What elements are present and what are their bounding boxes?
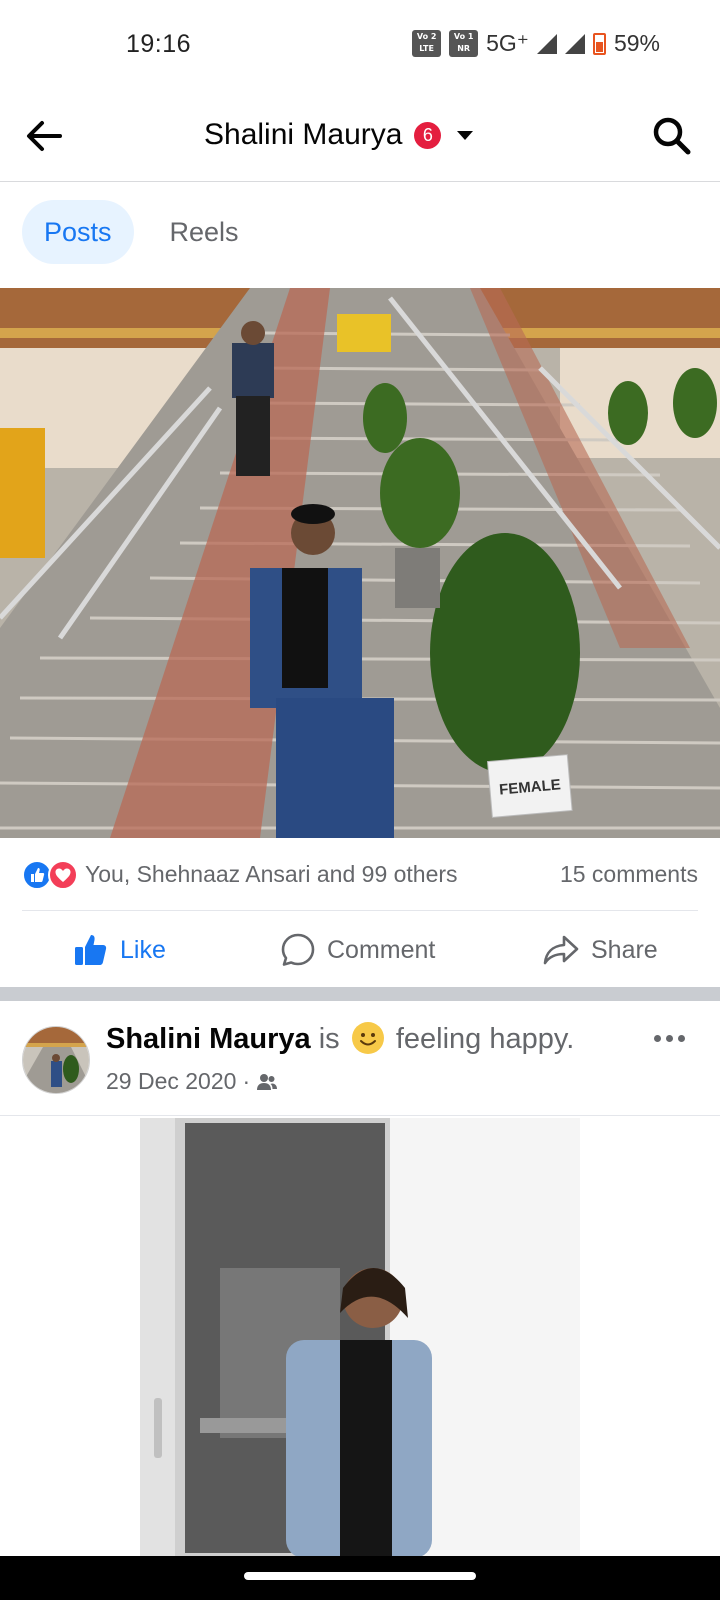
post-feeling: feeling happy. [395, 1023, 575, 1055]
search-icon [653, 117, 691, 155]
post-verb: is [318, 1023, 340, 1055]
network-type: 5G⁺ [486, 30, 529, 56]
profile-tabs: Posts Reels [22, 200, 261, 264]
divider [22, 910, 698, 911]
tab-posts[interactable]: Posts [22, 200, 134, 264]
post-date[interactable]: 29 Dec 2020 [106, 1068, 236, 1095]
signal-icon [564, 33, 585, 54]
post-photo[interactable]: FEMALE [0, 288, 720, 838]
post-author[interactable]: Shalini Maurya [106, 1023, 311, 1055]
comment-label: Comment [327, 935, 436, 964]
smiley-icon [351, 1022, 384, 1054]
caret-down-icon [457, 130, 474, 140]
status-bar: 19:16 Vo 2 LTE Vo 1 NR 5G⁺ 59% [0, 0, 720, 92]
profile-switcher[interactable]: Shalini Maurya 6 [204, 118, 474, 152]
home-gesture-bar[interactable] [244, 1572, 476, 1580]
system-nav-bar [0, 1556, 720, 1600]
reactions-summary[interactable]: You, Shehnaaz Ansari and 99 others 15 co… [22, 852, 698, 898]
avatar-image [23, 1027, 89, 1093]
post-photo-image [140, 1118, 580, 1558]
comment-button[interactable]: Comment [281, 922, 435, 978]
like-label: Like [120, 935, 166, 964]
arrow-left-icon [27, 121, 62, 151]
friends-icon [257, 1073, 278, 1090]
status-time: 19:16 [126, 30, 192, 58]
post-actions: Like Comment Share [0, 922, 720, 978]
more-horizontal-icon [666, 1034, 673, 1042]
post-meta: 29 Dec 2020 · [106, 1068, 278, 1095]
feed-separator [0, 987, 720, 1001]
meta-separator: · [242, 1068, 251, 1094]
love-reaction-icon [48, 860, 78, 890]
tab-reels[interactable]: Reels [148, 200, 261, 264]
reactions-text: You, Shehnaaz Ansari and 99 others [85, 861, 458, 887]
comment-icon [281, 933, 315, 966]
comments-count[interactable]: 15 comments [560, 861, 698, 888]
reaction-icons [22, 860, 82, 890]
share-label: Share [591, 935, 658, 964]
avatar[interactable] [22, 1026, 90, 1094]
status-icons: Vo 2 LTE Vo 1 NR 5G⁺ 59% [412, 30, 660, 57]
battery-icon [592, 32, 606, 55]
more-horizontal-icon [678, 1034, 685, 1042]
post-photo-image: FEMALE [0, 288, 720, 838]
signal-icon [536, 33, 557, 54]
post-author-line: Shalini Maurya is feeling happy. [106, 1022, 574, 1056]
like-button[interactable]: Like [74, 922, 166, 978]
more-options-button[interactable] [654, 1032, 690, 1044]
page-title: Shalini Maurya [204, 118, 403, 151]
share-icon [543, 935, 579, 965]
share-button[interactable]: Share [543, 922, 658, 978]
thumbs-up-icon [75, 935, 107, 965]
post-photo[interactable] [140, 1118, 580, 1558]
post-header: Shalini Maurya is feeling happy. 29 Dec … [0, 1012, 720, 1116]
back-button[interactable] [22, 114, 66, 158]
volte-sim1-icon: Vo 1 NR [449, 30, 479, 57]
search-button[interactable] [652, 116, 692, 156]
notification-badge: 6 [414, 121, 442, 149]
volte-sim2-icon: Vo 2 LTE [412, 30, 442, 57]
more-horizontal-icon [654, 1034, 661, 1042]
profile-header: Shalini Maurya 6 [0, 92, 720, 182]
battery-percent: 59% [613, 30, 660, 56]
